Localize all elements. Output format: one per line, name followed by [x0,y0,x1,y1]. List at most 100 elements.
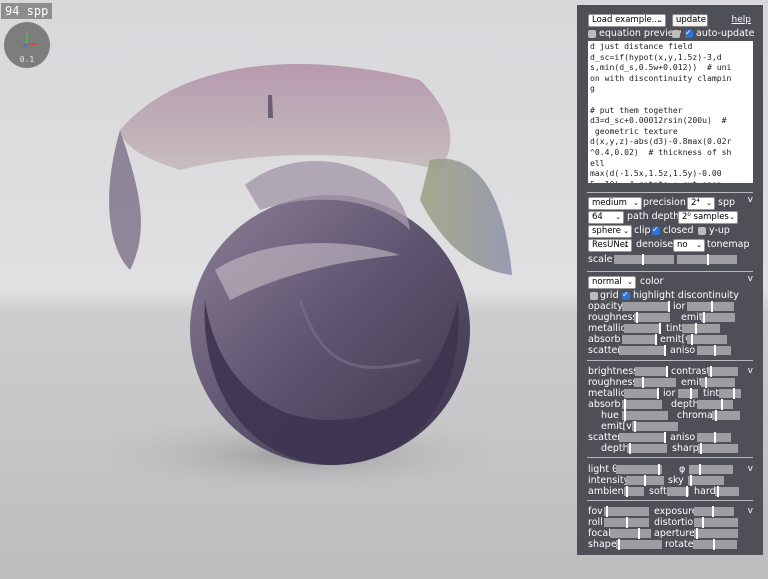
hue-slider[interactable] [622,410,668,421]
roll-slider[interactable] [604,517,649,528]
collapse-light-chevron-icon[interactable]: v [748,464,753,474]
precision-select[interactable]: medium ⌄ [588,197,642,210]
slider-thumb[interactable] [657,388,659,399]
extra-checkbox[interactable] [672,30,680,38]
collapse-render-chevron-icon[interactable]: v [748,195,753,205]
slider-thumb[interactable] [690,388,692,399]
slider-thumb[interactable] [702,517,704,528]
absorb-slider[interactable] [622,334,657,345]
slider-thumb[interactable] [714,432,716,443]
depth-2-slider[interactable] [627,443,667,454]
slider-thumb[interactable] [644,475,646,486]
slider-thumb[interactable] [691,334,693,345]
spp-select[interactable]: 2⁴ ⌄ [687,197,715,210]
collapse-material-chevron-icon[interactable]: v [748,274,753,284]
scatter-slider[interactable] [619,345,666,356]
aperture-slider[interactable] [694,528,738,539]
equation-preview-checkbox[interactable] [588,30,596,38]
hard-slider[interactable] [715,486,739,497]
slider-thumb[interactable] [707,254,709,265]
collapse-camera-chevron-icon[interactable]: v [748,506,753,516]
intensity-slider[interactable] [626,475,664,486]
sharp-slider[interactable] [698,443,738,454]
slider-thumb[interactable] [717,486,719,497]
slider-thumb[interactable] [703,312,705,323]
y-up-checkbox[interactable] [698,227,706,235]
slider-thumb[interactable] [642,377,644,388]
ior-2-slider[interactable] [678,388,698,399]
slider-thumb[interactable] [659,323,661,334]
slider-thumb[interactable] [629,443,631,454]
slider-thumb[interactable] [658,464,660,475]
phi-slider[interactable] [689,464,733,475]
slider-thumb[interactable] [721,399,723,410]
sky-slider[interactable] [688,475,724,486]
slider-thumb[interactable] [714,345,716,356]
slider-thumb[interactable] [666,366,668,377]
shape-slider[interactable] [616,539,662,550]
slider-thumb[interactable] [664,345,666,356]
tint-2-slider[interactable] [719,388,741,399]
emit-2-slider[interactable] [701,377,735,388]
slider-thumb[interactable] [700,443,702,454]
scale-slider-2[interactable] [677,254,737,265]
slider-thumb[interactable] [710,366,712,377]
slider-thumb[interactable] [624,399,626,410]
roughness-slider[interactable] [634,312,670,323]
scale-slider-1[interactable] [614,254,674,265]
depth-slider[interactable] [697,399,733,410]
slider-thumb[interactable] [695,323,697,334]
update-button[interactable]: update [672,14,708,27]
slider-thumb[interactable] [624,410,626,421]
emit-v-2-slider[interactable] [632,421,678,432]
slider-thumb[interactable] [705,377,707,388]
auto-update-checkbox[interactable] [685,28,693,38]
slider-thumb[interactable] [712,506,714,517]
roughness-2-slider[interactable] [634,377,676,388]
emit-slider[interactable] [701,312,735,323]
contrast-slider[interactable] [708,366,738,377]
samples-select[interactable]: 2⁰ samples ⌄ [678,211,738,224]
color-select[interactable]: normal ⌄ [588,276,636,289]
slider-thumb[interactable] [696,528,698,539]
chroma-slider[interactable] [712,410,740,421]
brightness-slider[interactable] [635,366,668,377]
slider-thumb[interactable] [636,312,638,323]
tonemap-select[interactable]: no ⌄ [673,239,705,252]
absorb-2-slider[interactable] [622,399,662,410]
aniso-2-slider[interactable] [697,432,731,443]
tint-slider[interactable] [682,323,720,334]
help-link[interactable]: help [732,15,751,25]
exposure-slider[interactable] [694,506,734,517]
fov-slider[interactable] [604,506,649,517]
slider-thumb[interactable] [655,334,657,345]
clip-select[interactable]: sphere ⌄ [588,225,632,238]
slider-thumb[interactable] [699,464,701,475]
metallic-slider[interactable] [624,323,661,334]
path-depth-select[interactable]: 64 ⌄ [588,211,624,224]
example-select[interactable]: Load example... ⌄ [588,14,666,27]
scatter-2-slider[interactable] [619,432,666,443]
slider-thumb[interactable] [642,254,644,265]
highlight-discontinuity-checkbox[interactable] [622,290,630,300]
grid-checkbox[interactable] [590,292,598,300]
light-theta-slider[interactable] [616,464,662,475]
slider-thumb[interactable] [733,388,735,399]
slider-thumb[interactable] [713,539,715,550]
ambient-slider[interactable] [624,486,644,497]
slider-thumb[interactable] [686,486,688,497]
slider-thumb[interactable] [668,301,670,312]
slider-thumb[interactable] [606,506,608,517]
slider-thumb[interactable] [634,421,636,432]
slider-thumb[interactable] [711,301,713,312]
ior-slider[interactable] [687,301,734,312]
aniso-slider[interactable] [697,345,731,356]
collapse-material2-chevron-icon[interactable]: v [748,366,753,376]
focal-slider[interactable] [610,528,651,539]
opacity-slider[interactable] [622,301,670,312]
slider-thumb[interactable] [690,475,692,486]
emit-v-slider[interactable] [687,334,727,345]
slider-thumb[interactable] [638,528,640,539]
soft-slider[interactable] [667,486,689,497]
equation-editor[interactable]: d just distance field d_sc=if(hypot(x,y,1… [588,41,753,183]
